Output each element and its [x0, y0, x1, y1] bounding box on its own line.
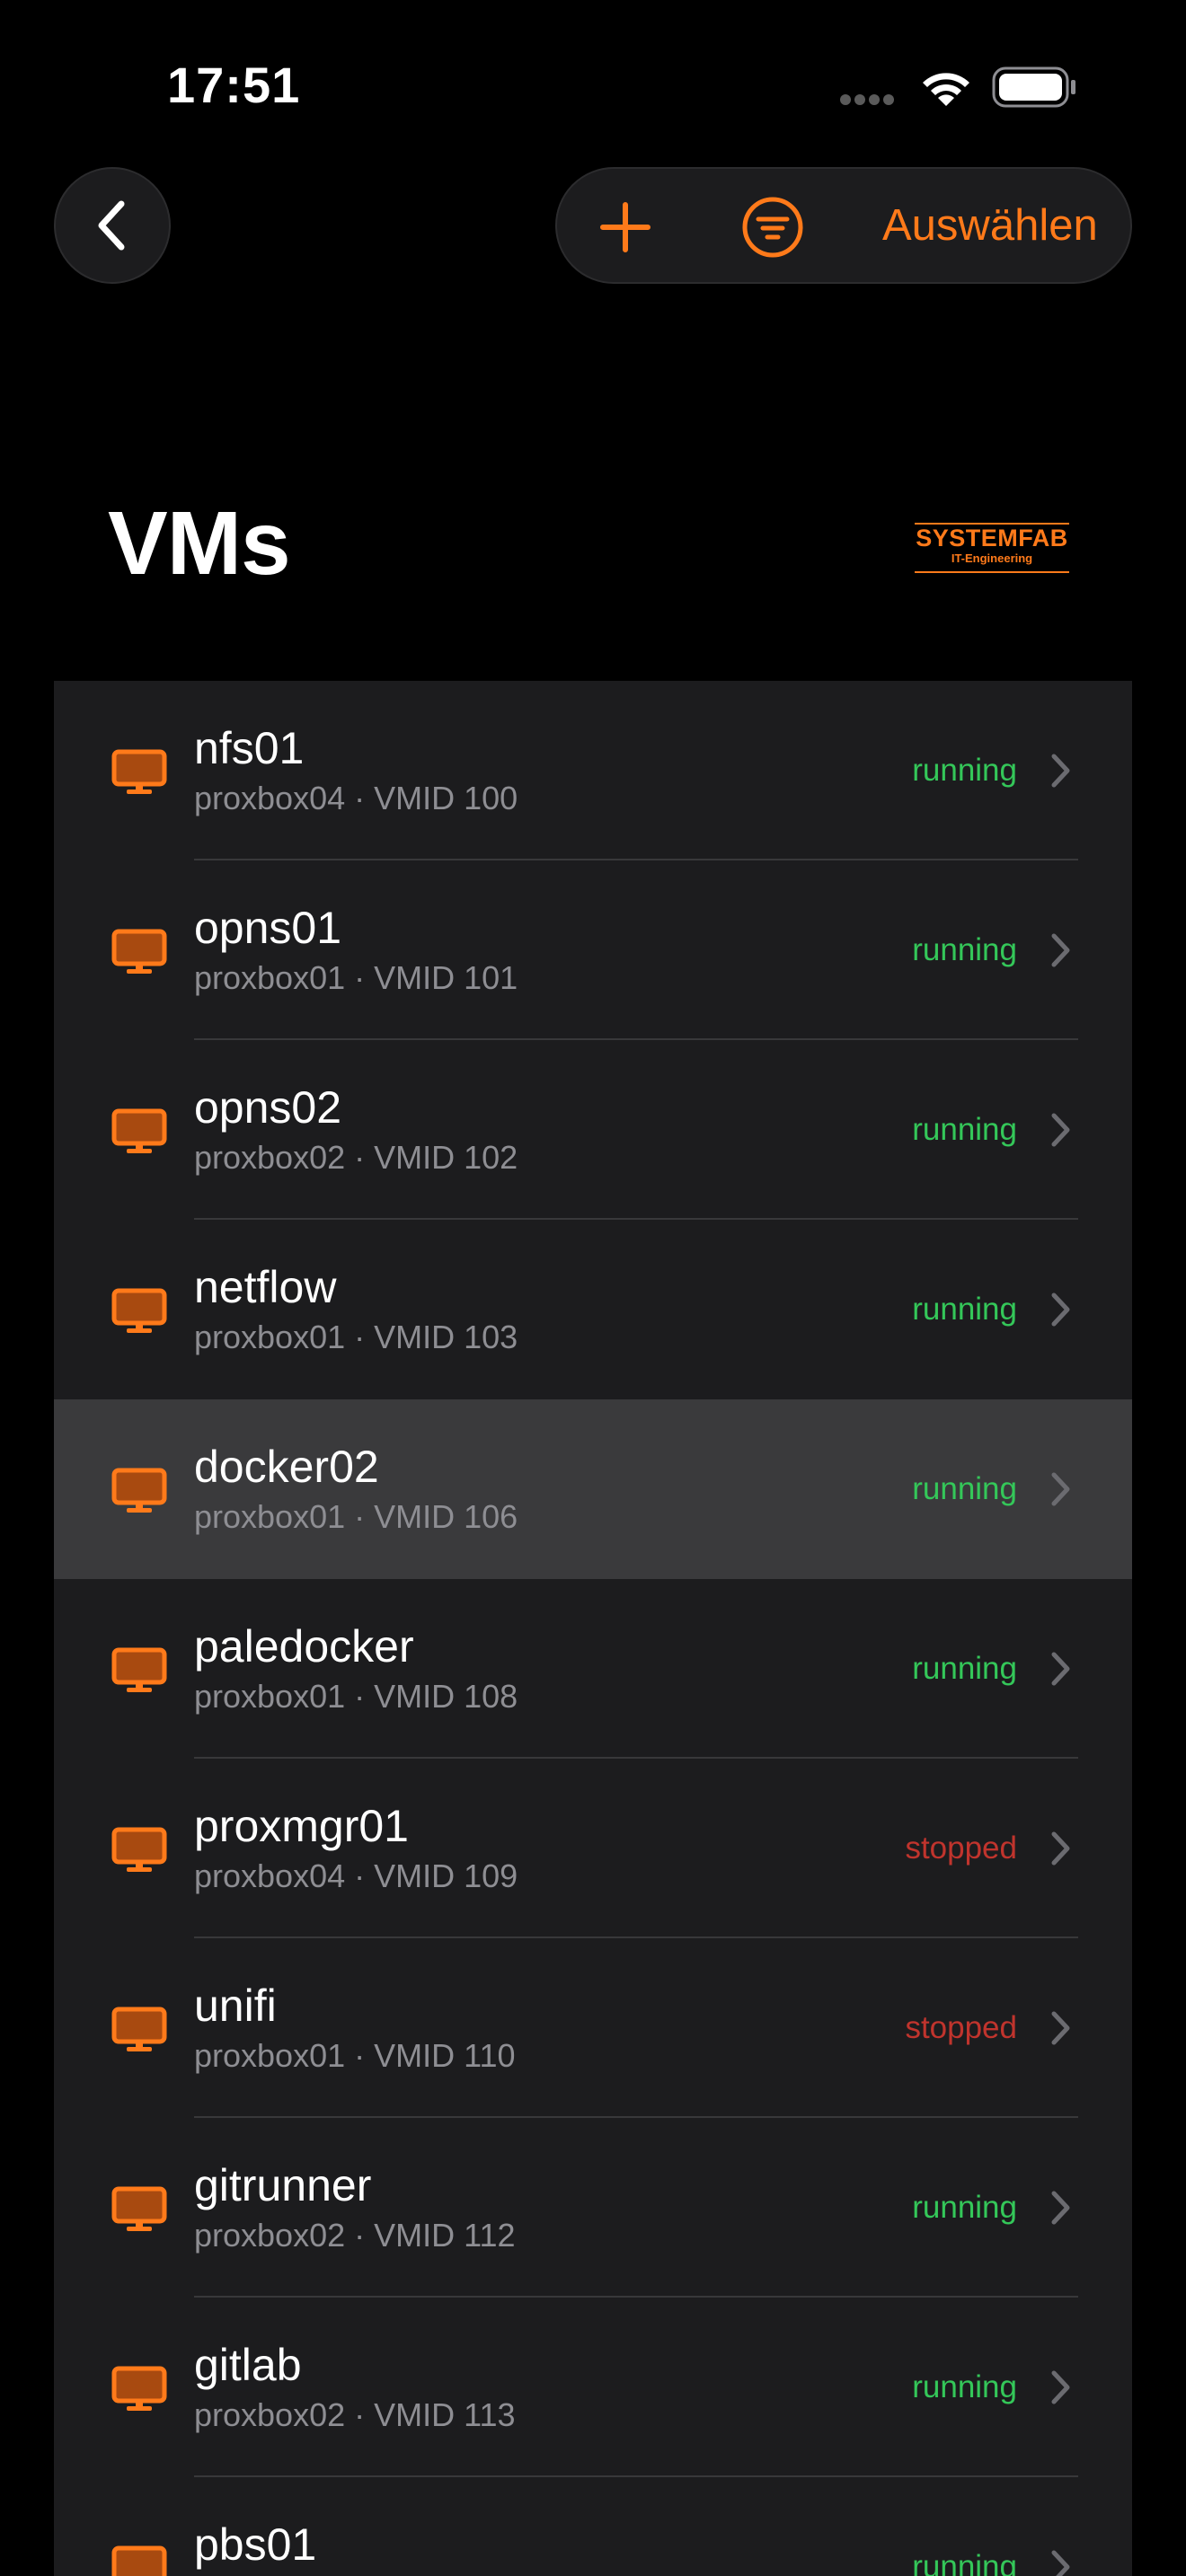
- vm-name: netflow: [194, 1262, 337, 1312]
- vm-subtitle: proxbox01 · VMID 106: [194, 1498, 518, 1535]
- status-time: 17:51: [167, 57, 301, 113]
- vm-status: running: [912, 1471, 1017, 1506]
- vm-status: running: [912, 2549, 1017, 2576]
- select-button[interactable]: Auswählen: [882, 169, 1098, 282]
- desktop-icon: [111, 929, 167, 980]
- wifi-icon: [918, 66, 974, 114]
- vm-status: running: [912, 2369, 1017, 2404]
- vm-name: gitrunner: [194, 2160, 372, 2210]
- vm-name: docker02: [194, 1442, 379, 1492]
- desktop-icon: [111, 2366, 167, 2417]
- logo-sub-text: IT-Engineering: [951, 551, 1033, 565]
- vm-subtitle: proxbox02 · VMID 102: [194, 1139, 518, 1176]
- chevron-right-icon: [1049, 1112, 1073, 1152]
- vm-name: opns01: [194, 903, 342, 953]
- vm-name: pbs01: [194, 2519, 317, 2570]
- vm-name: gitlab: [194, 2340, 302, 2390]
- vm-status: stopped: [905, 1831, 1017, 1866]
- vm-subtitle: proxbox04 · VMID 109: [194, 1857, 518, 1894]
- vm-list-item[interactable]: gitrunner proxbox02 · VMID 112 running: [54, 2118, 1132, 2298]
- vm-name: paledocker: [194, 1621, 414, 1672]
- vm-list-item[interactable]: opns01 proxbox01 · VMID 101 running: [54, 860, 1132, 1040]
- company-logo: SYSTEMFAB IT-Engineering: [915, 523, 1069, 573]
- vm-list-item[interactable]: docker02 proxbox01 · VMID 106 running: [54, 1399, 1132, 1579]
- vm-subtitle: proxbox01 · VMID 103: [194, 1319, 518, 1355]
- chevron-right-icon: [1049, 2010, 1073, 2051]
- vm-list-item[interactable]: netflow proxbox01 · VMID 103 running: [54, 1220, 1132, 1399]
- plus-icon: [600, 202, 651, 252]
- chevron-right-icon: [1049, 1651, 1073, 1691]
- desktop-icon: [111, 1288, 167, 1339]
- chevron-right-icon: [1049, 1471, 1073, 1512]
- vm-subtitle: proxbox01 · VMID 110: [194, 2037, 516, 2074]
- desktop-icon: [111, 1468, 167, 1519]
- chevron-right-icon: [1049, 1292, 1073, 1332]
- vm-name: unifi: [194, 1981, 277, 2031]
- desktop-icon: [111, 1827, 167, 1878]
- toolbar-actions: Auswählen: [555, 167, 1132, 284]
- vm-list-item[interactable]: paledocker proxbox01 · VMID 108 running: [54, 1579, 1132, 1759]
- vm-subtitle: proxbox01 · VMID 108: [194, 1678, 518, 1715]
- vm-list-item[interactable]: pbs01 running: [54, 2477, 1132, 2576]
- filter-button[interactable]: [737, 191, 809, 263]
- chevron-left-icon: [98, 200, 125, 251]
- status-bar: 17:51: [0, 0, 1186, 171]
- chevron-right-icon: [1049, 753, 1073, 793]
- vm-status: running: [912, 932, 1017, 967]
- logo-main-text: SYSTEMFAB: [916, 525, 1068, 551]
- vm-subtitle: proxbox02 · VMID 112: [194, 2217, 516, 2254]
- vm-list: nfs01 proxbox04 · VMID 100 running opns0…: [54, 681, 1132, 2576]
- vm-list-item[interactable]: nfs01 proxbox04 · VMID 100 running: [54, 681, 1132, 860]
- chevron-right-icon: [1049, 932, 1073, 973]
- vm-subtitle: proxbox01 · VMID 101: [194, 959, 518, 996]
- desktop-icon: [111, 2545, 167, 2576]
- back-button[interactable]: [54, 167, 171, 284]
- vm-list-item[interactable]: proxmgr01 proxbox04 · VMID 109 stopped: [54, 1759, 1132, 1938]
- cellular-signal-icon: [840, 93, 898, 110]
- page-title: VMs: [108, 493, 291, 594]
- desktop-icon: [111, 2007, 167, 2058]
- filter-icon: [742, 197, 803, 258]
- chevron-right-icon: [1049, 2369, 1073, 2410]
- vm-list-item[interactable]: unifi proxbox01 · VMID 110 stopped: [54, 1938, 1132, 2118]
- vm-name: nfs01: [194, 723, 305, 773]
- battery-icon: [992, 66, 1078, 112]
- desktop-icon: [111, 1647, 167, 1698]
- vm-subtitle: proxbox02 · VMID 113: [194, 2396, 516, 2433]
- desktop-icon: [111, 749, 167, 800]
- chevron-right-icon: [1049, 2549, 1073, 2576]
- vm-status: running: [912, 1112, 1017, 1147]
- vm-list-item[interactable]: opns02 proxbox02 · VMID 102 running: [54, 1040, 1132, 1220]
- vm-list-item[interactable]: gitlab proxbox02 · VMID 113 running: [54, 2298, 1132, 2477]
- vm-subtitle: proxbox04 · VMID 100: [194, 780, 518, 816]
- vm-status: running: [912, 2190, 1017, 2225]
- desktop-icon: [111, 1108, 167, 1160]
- vm-status: stopped: [905, 2010, 1017, 2045]
- vm-name: opns02: [194, 1082, 342, 1133]
- vm-name: proxmgr01: [194, 1801, 409, 1851]
- chevron-right-icon: [1049, 2190, 1073, 2230]
- add-vm-button[interactable]: [589, 191, 661, 263]
- vm-status: running: [912, 1651, 1017, 1686]
- vm-status: running: [912, 1292, 1017, 1327]
- vm-status: running: [912, 753, 1017, 788]
- desktop-icon: [111, 2186, 167, 2237]
- chevron-right-icon: [1049, 1831, 1073, 1871]
